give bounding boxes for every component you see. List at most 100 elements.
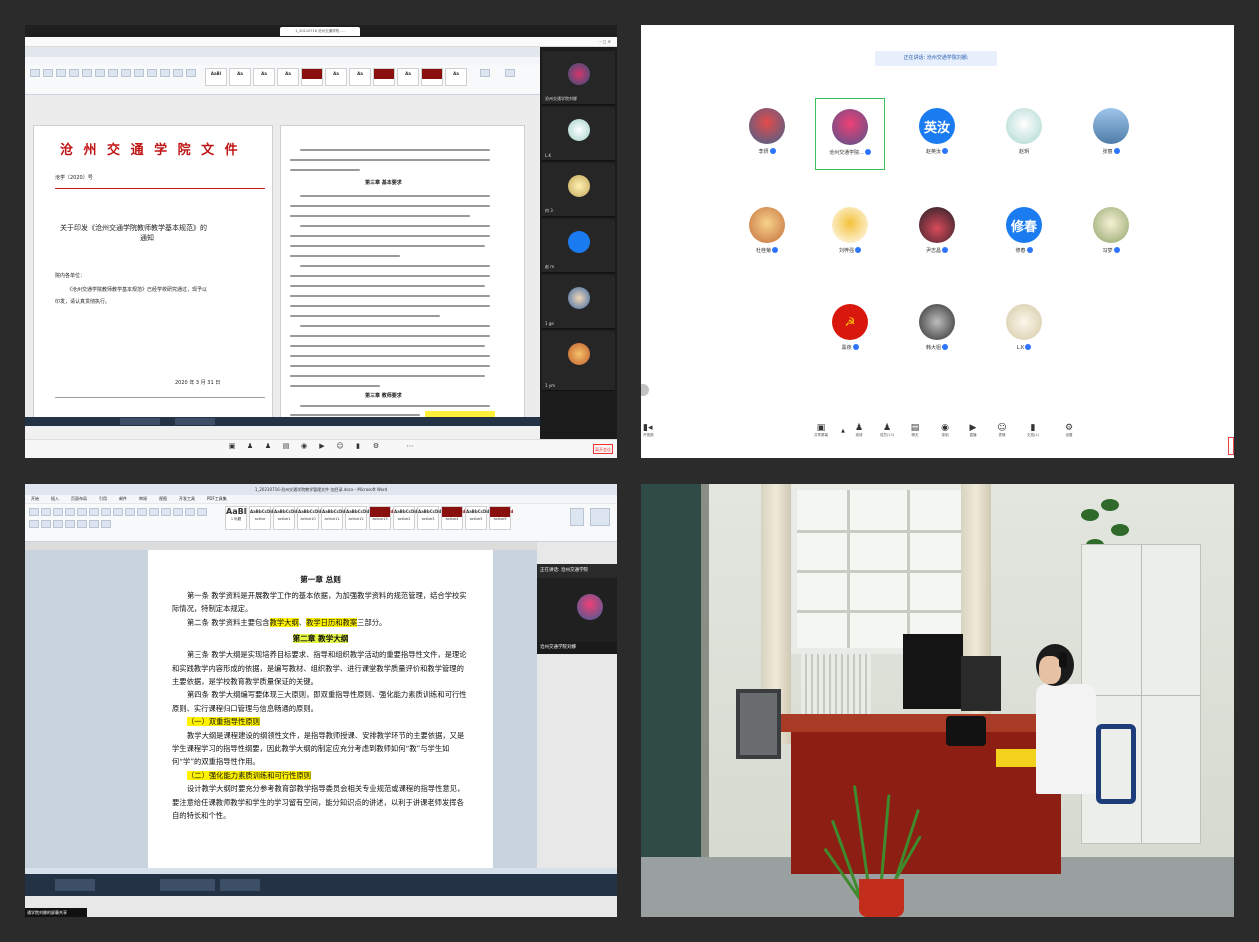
shading-icon[interactable] — [186, 69, 196, 77]
style-swatch[interactable]: Aa — [373, 68, 395, 86]
style-swatch[interactable]: AaBl — [205, 68, 227, 86]
ribbon-tab[interactable]: 页面布局 — [65, 495, 93, 503]
style-swatch[interactable]: AaBbCcDd active11 — [321, 506, 345, 530]
video-button[interactable]: ▮◂ 开视频 — [643, 423, 663, 438]
participant-thumb[interactable]: 沧州交通学院刘娜 — [542, 51, 615, 105]
paste-icon[interactable] — [29, 508, 39, 516]
style-swatch[interactable]: Aa — [349, 68, 371, 86]
align-right-icon[interactable] — [53, 520, 63, 528]
style-swatch[interactable]: Aa — [253, 68, 275, 86]
bold-icon[interactable] — [69, 69, 79, 77]
ribbon-tab[interactable]: 审阅 — [133, 495, 153, 503]
line-spacing-icon[interactable] — [77, 520, 87, 528]
border-icon[interactable] — [173, 69, 183, 77]
style-swatch[interactable]: AaBbCcDd active1 — [273, 506, 297, 530]
style-swatch[interactable]: AaBbCcDd active3 — [417, 506, 441, 530]
indent-icon[interactable] — [134, 69, 144, 77]
live-button[interactable]: ▶ 直播 — [963, 423, 983, 438]
style-swatch[interactable]: Aa — [445, 68, 467, 86]
leave-button[interactable]: 离开会议 — [593, 444, 613, 454]
style-swatch[interactable]: AaBbCcDd active4 — [441, 506, 465, 530]
underline-icon[interactable] — [101, 508, 111, 516]
ribbon-tab[interactable]: 引用 — [93, 495, 113, 503]
change-style-icon[interactable] — [480, 69, 490, 77]
record-button[interactable]: ◉ 录制 — [935, 423, 955, 438]
cut-icon[interactable] — [43, 69, 53, 77]
taskbar-item-meeting[interactable] — [220, 879, 260, 891]
taskbar-item[interactable] — [175, 418, 215, 425]
style-swatch[interactable]: AaBbCcDd active13 — [369, 506, 393, 530]
grow-font-icon[interactable] — [65, 508, 75, 516]
participant-tile[interactable]: 杜桂菊 — [732, 197, 802, 269]
align-left-icon[interactable] — [29, 520, 39, 528]
show-marks-icon[interactable] — [197, 508, 207, 516]
participant-tile[interactable]: 张丽 — [1076, 98, 1146, 170]
font-name-icon[interactable] — [41, 508, 51, 516]
participant-thumb[interactable]: 1 ge — [542, 275, 615, 329]
paste-icon[interactable] — [30, 69, 40, 77]
document-icon[interactable]: ▮ — [353, 442, 363, 450]
participant-tile[interactable]: 修春 修春 — [989, 197, 1059, 269]
members-icon[interactable]: ♟ — [263, 442, 273, 450]
scroll-handle[interactable] — [641, 384, 649, 396]
style-swatch[interactable]: Aa — [397, 68, 419, 86]
list-icon[interactable] — [121, 69, 131, 77]
participant-tile[interactable]: 李妍 — [732, 98, 802, 170]
participant-thumb[interactable]: L.K — [542, 107, 615, 161]
italic-icon[interactable] — [89, 508, 99, 516]
docs-button[interactable]: ▮ 文档(2) — [1023, 423, 1043, 438]
chat-icon[interactable]: ▤ — [281, 442, 291, 450]
indent-icon[interactable] — [173, 508, 183, 516]
numbering-icon[interactable] — [161, 508, 171, 516]
settings-button[interactable]: ⚙ 设置 — [1059, 423, 1079, 438]
participant-tile[interactable]: 韩大姐 — [902, 294, 972, 366]
sort-icon[interactable] — [185, 508, 195, 516]
qq-icon[interactable] — [135, 879, 157, 891]
speaker-video-pane[interactable]: 正在讲话: 沧州交通学院 沧州交通学院刘娜 — [537, 564, 617, 654]
style-swatch[interactable]: AaBbCcDd active12 — [345, 506, 369, 530]
find-icon[interactable] — [505, 69, 515, 77]
window-controls-icon[interactable]: – ▢ ✕ — [599, 39, 611, 44]
members-button[interactable]: ♟ 成员(13) — [877, 423, 897, 438]
borders-icon[interactable] — [101, 520, 111, 528]
underline-icon[interactable] — [95, 69, 105, 77]
participant-tile[interactable]: ☭ 黑夜 — [815, 294, 885, 366]
change-styles-icon[interactable] — [570, 508, 584, 526]
ribbon-tab[interactable]: 视图 — [153, 495, 173, 503]
style-swatch[interactable]: Aa — [421, 68, 443, 86]
style-swatch[interactable]: AaBbCcDd active9 — [489, 506, 513, 530]
share-screen-button[interactable]: ▣ 共享屏幕 — [811, 423, 831, 438]
participant-tile[interactable]: 赵玥 — [989, 98, 1059, 170]
participant-thumb[interactable]: 1 ym — [542, 331, 615, 391]
record-icon[interactable]: ◉ — [299, 442, 309, 450]
strike-icon[interactable] — [113, 508, 123, 516]
style-swatch[interactable]: Aa — [301, 68, 323, 86]
more-icon[interactable]: ⋯ — [405, 442, 415, 450]
highlight-icon[interactable] — [160, 69, 170, 77]
ribbon-tab[interactable]: 开始 — [25, 495, 45, 503]
ribbon-tab[interactable]: 邮件 — [113, 495, 133, 503]
taskbar-item-word[interactable] — [160, 879, 215, 891]
emoji-icon[interactable]: ☺ — [335, 442, 345, 450]
style-swatch[interactable]: AaBbCcDd active — [249, 506, 273, 530]
emoji-button[interactable]: ☺ 表情 — [992, 423, 1012, 438]
font-color-icon[interactable] — [137, 508, 147, 516]
participant-tile[interactable]: L.K — [989, 294, 1059, 366]
invite-icon[interactable]: ♟ — [245, 442, 255, 450]
highlight-icon[interactable] — [125, 508, 135, 516]
style-swatch[interactable]: AaBl 1 标题 — [225, 506, 247, 530]
live-icon[interactable]: ▶ — [317, 442, 327, 450]
chat-button[interactable]: ▤ 聊天 — [905, 423, 925, 438]
taskbar-item[interactable] — [120, 418, 160, 425]
style-swatch[interactable]: Aa — [229, 68, 251, 86]
italic-icon[interactable] — [82, 69, 92, 77]
participant-thumb[interactable]: 赵 m — [542, 219, 615, 273]
style-swatch[interactable]: AaBbCcDd active10 — [297, 506, 321, 530]
align-center-icon[interactable] — [41, 520, 51, 528]
ribbon-tab[interactable]: 开发工具 — [173, 495, 201, 503]
participant-tile[interactable]: 冯梦 — [1076, 197, 1146, 269]
browser-tab[interactable]: 1_20210716 沧州交通学院 -... — [280, 27, 360, 36]
style-swatch[interactable]: Aa — [277, 68, 299, 86]
font-select-icon[interactable] — [56, 69, 66, 77]
bold-icon[interactable] — [77, 508, 87, 516]
